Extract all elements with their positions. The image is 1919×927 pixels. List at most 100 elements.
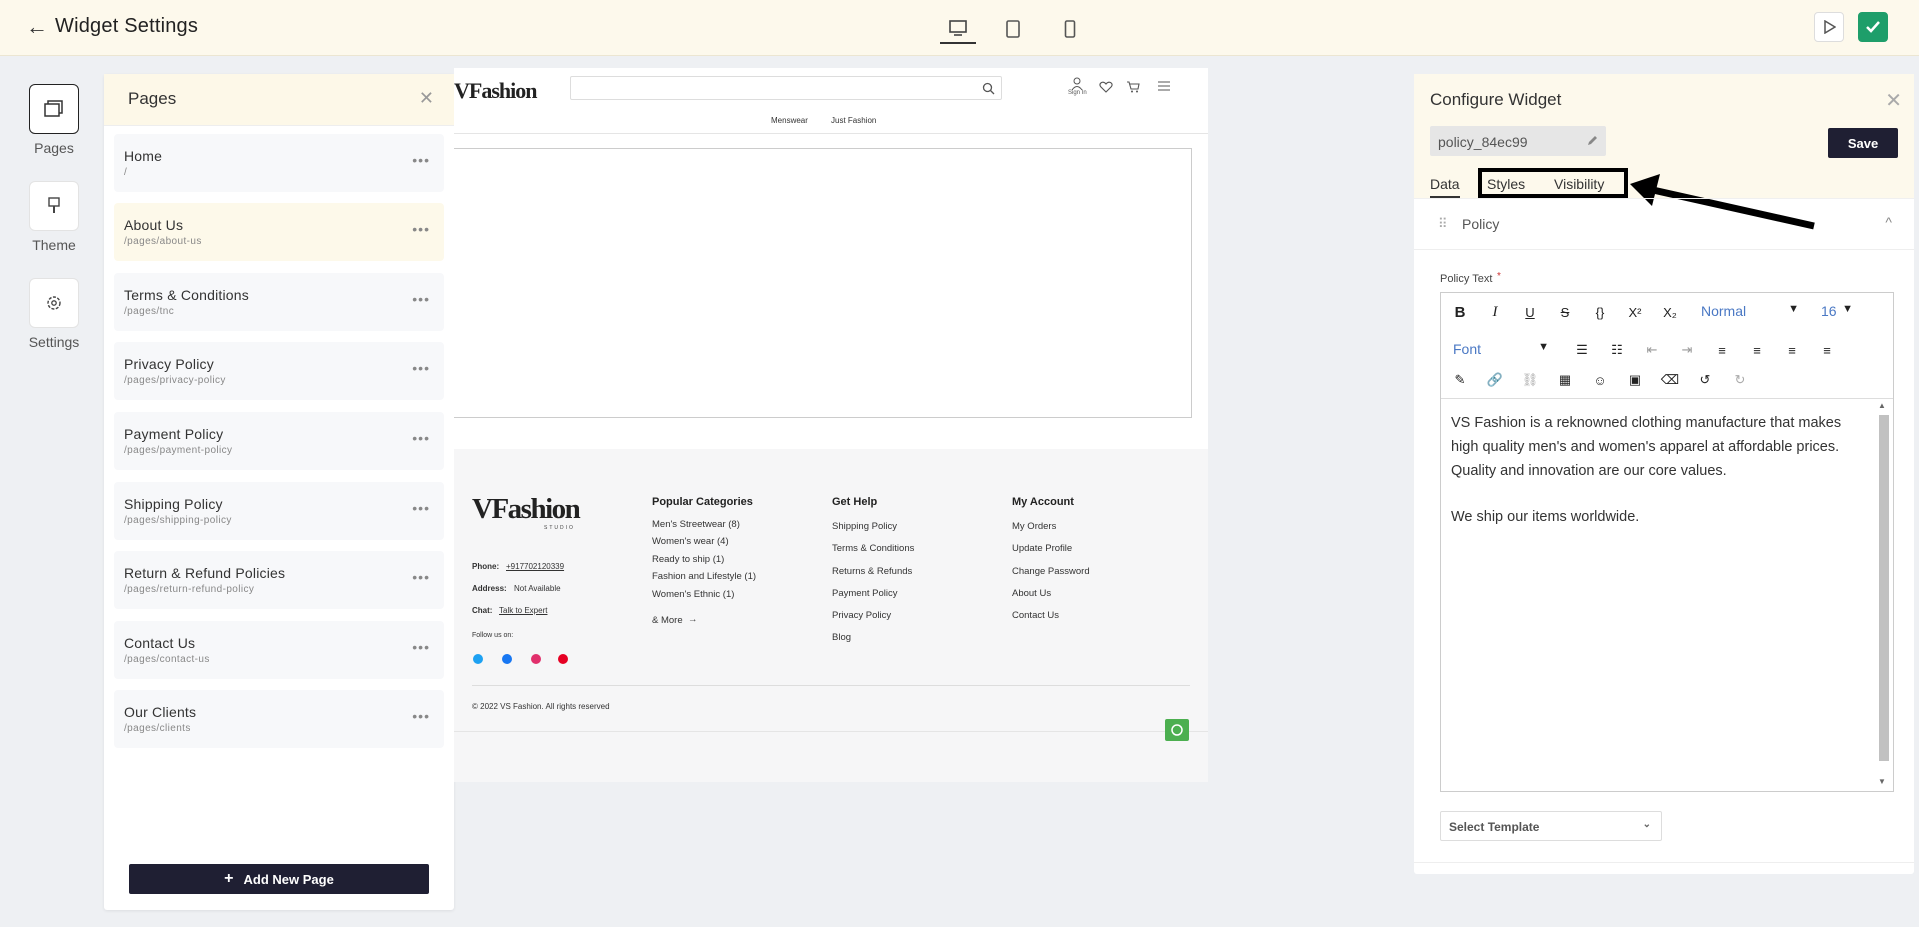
add-new-page-button[interactable]: + Add New Page bbox=[129, 864, 429, 894]
footer-link[interactable]: Terms & Conditions bbox=[832, 543, 914, 554]
page-item-about-us[interactable]: About Us /pages/about-us ••• bbox=[114, 203, 444, 261]
footer-link[interactable]: Privacy Policy bbox=[832, 610, 891, 621]
tab-data[interactable]: Data bbox=[1430, 176, 1460, 198]
align-right-icon[interactable]: ≡ bbox=[1781, 339, 1803, 361]
text-color-icon[interactable]: ✎ bbox=[1449, 369, 1471, 391]
subscript-icon[interactable]: X₂ bbox=[1659, 301, 1681, 323]
unlink-icon[interactable]: ⛓ bbox=[1519, 369, 1541, 391]
more-options-icon[interactable]: ••• bbox=[412, 639, 430, 655]
bold-icon[interactable]: B bbox=[1449, 301, 1471, 323]
footer-link[interactable]: Women's wear (4) bbox=[652, 536, 729, 547]
image-icon[interactable]: ▣ bbox=[1624, 369, 1646, 391]
outdent-icon[interactable]: ⇤ bbox=[1641, 339, 1663, 361]
strikethrough-icon[interactable]: S bbox=[1554, 301, 1576, 323]
back-arrow-icon[interactable]: ← bbox=[26, 14, 48, 40]
footer-link[interactable]: Change Password bbox=[1012, 566, 1090, 577]
undo-icon[interactable]: ↺ bbox=[1694, 369, 1716, 391]
footer-link[interactable]: Payment Policy bbox=[832, 588, 897, 599]
more-options-icon[interactable]: ••• bbox=[412, 291, 430, 307]
align-left-icon[interactable]: ≡ bbox=[1711, 339, 1733, 361]
numbered-list-icon[interactable]: ☷ bbox=[1606, 339, 1628, 361]
superscript-icon[interactable]: X² bbox=[1624, 301, 1646, 323]
site-search-input[interactable] bbox=[570, 76, 1002, 100]
mobile-view-icon[interactable] bbox=[1052, 14, 1088, 44]
footer-link[interactable]: Fashion and Lifestyle (1) bbox=[652, 571, 756, 582]
page-item-our-clients[interactable]: Our Clients /pages/clients ••• bbox=[114, 690, 444, 748]
instagram-icon[interactable] bbox=[531, 654, 541, 664]
play-preview-button[interactable] bbox=[1814, 12, 1844, 42]
underline-icon[interactable]: U bbox=[1519, 301, 1541, 323]
phone-link[interactable]: +917702120339 bbox=[506, 562, 564, 571]
pinterest-icon[interactable] bbox=[558, 654, 568, 664]
font-select[interactable]: Font ▼ bbox=[1449, 337, 1557, 361]
nav-menswear[interactable]: Menswear bbox=[771, 116, 808, 125]
emoji-icon[interactable]: ☺ bbox=[1589, 369, 1611, 391]
eraser-icon[interactable]: ⌫ bbox=[1659, 369, 1681, 391]
footer-link[interactable]: Men's Streetwear (8) bbox=[652, 519, 740, 530]
indent-icon[interactable]: ⇥ bbox=[1676, 339, 1698, 361]
footer-link[interactable]: Ready to ship (1) bbox=[652, 554, 724, 565]
save-button[interactable]: Save bbox=[1828, 128, 1898, 158]
pencil-icon[interactable] bbox=[1586, 135, 1598, 147]
nav-just-fashion[interactable]: Just Fashion bbox=[831, 116, 876, 125]
page-item-contact-us[interactable]: Contact Us /pages/contact-us ••• bbox=[114, 621, 444, 679]
align-center-icon[interactable]: ≡ bbox=[1746, 339, 1768, 361]
embed-icon[interactable]: ▦ bbox=[1554, 369, 1576, 391]
footer-link[interactable]: Shipping Policy bbox=[832, 521, 897, 532]
more-categories-link[interactable]: & More bbox=[652, 615, 683, 626]
more-options-icon[interactable]: ••• bbox=[412, 569, 430, 585]
format-select[interactable]: Normal ▼ bbox=[1697, 299, 1807, 325]
select-template-dropdown[interactable]: Select Template ⌄ bbox=[1440, 811, 1662, 841]
page-item-return-refund[interactable]: Return & Refund Policies /pages/return-r… bbox=[114, 551, 444, 609]
cart-icon[interactable] bbox=[1126, 80, 1140, 93]
size-select[interactable]: 16 ▼ bbox=[1817, 299, 1855, 325]
close-icon[interactable]: ✕ bbox=[419, 88, 434, 109]
page-item-terms[interactable]: Terms & Conditions /pages/tnc ••• bbox=[114, 273, 444, 331]
chevron-up-icon[interactable]: ^ bbox=[1885, 214, 1892, 230]
more-options-icon[interactable]: ••• bbox=[412, 152, 430, 168]
rail-settings-button[interactable] bbox=[29, 278, 79, 328]
desktop-view-icon[interactable] bbox=[940, 14, 976, 44]
code-block-icon[interactable]: {} bbox=[1589, 301, 1611, 323]
rail-pages-button[interactable] bbox=[29, 84, 79, 134]
italic-icon[interactable]: I bbox=[1484, 301, 1506, 323]
more-options-icon[interactable]: ••• bbox=[412, 221, 430, 237]
scroll-thumb bbox=[1879, 415, 1889, 761]
talk-to-expert-link[interactable]: Talk to Expert bbox=[499, 606, 547, 615]
more-options-icon[interactable]: ••• bbox=[412, 708, 430, 724]
editor-paragraph[interactable]: We ship our items worldwide. bbox=[1451, 505, 1871, 529]
more-options-icon[interactable]: ••• bbox=[412, 360, 430, 376]
twitter-icon[interactable] bbox=[473, 654, 483, 664]
editor-scrollbar[interactable]: ▲ ▼ bbox=[1877, 401, 1891, 789]
footer-link[interactable]: Update Profile bbox=[1012, 543, 1072, 554]
page-item-shipping-policy[interactable]: Shipping Policy /pages/shipping-policy •… bbox=[114, 482, 444, 540]
whatsapp-icon[interactable] bbox=[1165, 719, 1189, 741]
widget-name-field[interactable]: policy_84ec99 bbox=[1430, 126, 1606, 156]
more-options-icon[interactable]: ••• bbox=[412, 500, 430, 516]
link-icon[interactable]: 🔗 bbox=[1484, 369, 1506, 391]
close-icon[interactable]: ✕ bbox=[1885, 88, 1902, 113]
footer-link[interactable]: Blog bbox=[832, 632, 851, 643]
more-options-icon[interactable]: ••• bbox=[412, 430, 430, 446]
heart-icon[interactable] bbox=[1099, 81, 1113, 93]
footer-link[interactable]: Returns & Refunds bbox=[832, 566, 912, 577]
footer-link[interactable]: Contact Us bbox=[1012, 610, 1059, 621]
page-item-home[interactable]: Home / ••• bbox=[114, 134, 444, 192]
page-item-privacy-policy[interactable]: Privacy Policy /pages/privacy-policy ••• bbox=[114, 342, 444, 400]
facebook-icon[interactable] bbox=[502, 654, 512, 664]
tablet-view-icon[interactable] bbox=[995, 14, 1031, 44]
menu-icon[interactable] bbox=[1158, 81, 1170, 91]
bullet-list-icon[interactable]: ☰ bbox=[1571, 339, 1593, 361]
drag-handle-icon[interactable]: ⠿ bbox=[1438, 216, 1448, 232]
page-item-payment-policy[interactable]: Payment Policy /pages/payment-policy ••• bbox=[114, 412, 444, 470]
user-icon[interactable] bbox=[1071, 77, 1083, 91]
editor-paragraph[interactable]: VS Fashion is a reknowned clothing manuf… bbox=[1451, 411, 1871, 483]
publish-check-button[interactable] bbox=[1858, 12, 1888, 42]
footer-link[interactable]: About Us bbox=[1012, 588, 1051, 599]
page-name: Privacy Policy bbox=[124, 356, 214, 372]
redo-icon[interactable]: ↻ bbox=[1729, 369, 1751, 391]
rail-theme-button[interactable] bbox=[29, 181, 79, 231]
align-justify-icon[interactable]: ≡ bbox=[1816, 339, 1838, 361]
footer-link[interactable]: Women's Ethnic (1) bbox=[652, 589, 734, 600]
footer-link[interactable]: My Orders bbox=[1012, 521, 1056, 532]
